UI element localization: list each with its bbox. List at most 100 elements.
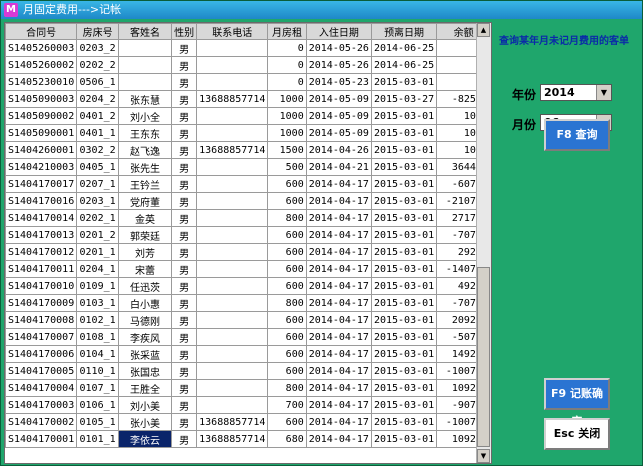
table-cell[interactable]: 男: [171, 107, 198, 125]
table-cell[interactable]: 0202_1: [76, 209, 119, 227]
table-cell[interactable]: 2014-04-17: [305, 294, 372, 312]
table-cell[interactable]: S1404170014: [5, 209, 78, 227]
table-cell[interactable]: 刘小美: [117, 396, 173, 414]
table-cell[interactable]: 2015-03-01: [370, 209, 438, 227]
table-cell[interactable]: 张先生: [117, 158, 173, 176]
table-cell[interactable]: S1404210003: [5, 158, 78, 176]
table-cell[interactable]: 男: [171, 124, 198, 142]
table-cell[interactable]: 0109_1: [76, 277, 119, 295]
table-cell[interactable]: 2014-05-23: [305, 73, 372, 91]
table-cell[interactable]: S1404170011: [5, 260, 78, 278]
year-select[interactable]: 2014 ▼: [540, 84, 612, 101]
table-cell[interactable]: 王胜全: [117, 379, 173, 397]
table-cell[interactable]: 郭荣廷: [117, 226, 173, 244]
table-cell[interactable]: [196, 73, 269, 91]
table-row[interactable]: S1404170013 0201_2 郭荣廷男 600 2014-04-17 2015-0…: [5, 226, 491, 244]
table-cell[interactable]: 600: [267, 345, 307, 363]
table-cell[interactable]: 男: [171, 226, 198, 244]
table-cell[interactable]: 金英: [117, 209, 173, 227]
table-cell[interactable]: 600: [267, 413, 307, 431]
table-cell[interactable]: 800: [267, 294, 307, 312]
table-cell[interactable]: 2015-03-01: [370, 328, 438, 346]
table-cell[interactable]: 2014-04-17: [305, 175, 372, 193]
close-button[interactable]: Esc 关闭: [544, 418, 610, 450]
table-row[interactable]: S1404170003 0106_1 刘小美男 700 2014-04-17 2015-0…: [5, 396, 491, 414]
table-cell[interactable]: 2014-04-17: [305, 413, 372, 431]
table-cell[interactable]: [196, 39, 269, 57]
table-row[interactable]: S1404170002 0105_1 张小美男 13688857714 600 2014-…: [5, 413, 491, 431]
table-cell[interactable]: [196, 243, 269, 261]
table-cell[interactable]: S1405090002: [5, 107, 78, 125]
table-cell[interactable]: 0108_1: [76, 328, 119, 346]
table-cell[interactable]: [117, 73, 173, 91]
table-cell[interactable]: 0203_1: [76, 192, 119, 210]
column-header[interactable]: 入住日期: [305, 23, 372, 40]
table-cell[interactable]: 2014-04-17: [305, 243, 372, 261]
table-row[interactable]: S1404170008 0102_1 马德刚男 600 2014-04-17 2015-0…: [5, 311, 491, 329]
table-cell[interactable]: 男: [171, 243, 198, 261]
table-cell[interactable]: 0204_2: [76, 90, 119, 108]
table-cell[interactable]: 男: [171, 379, 198, 397]
table-cell[interactable]: 男: [171, 56, 198, 74]
table-cell[interactable]: 男: [171, 39, 198, 57]
table-cell[interactable]: [196, 260, 269, 278]
table-cell[interactable]: 2014-04-21: [305, 158, 372, 176]
table-cell[interactable]: 800: [267, 379, 307, 397]
table-cell[interactable]: 600: [267, 311, 307, 329]
table-cell[interactable]: 赵飞逸: [117, 141, 173, 159]
table-cell[interactable]: 2015-03-01: [370, 226, 438, 244]
scrollbar-thumb[interactable]: [477, 267, 490, 447]
table-cell[interactable]: S1404170003: [5, 396, 78, 414]
table-cell[interactable]: 0204_1: [76, 260, 119, 278]
table-cell[interactable]: 2014-04-17: [305, 226, 372, 244]
table-cell[interactable]: S1405260002: [5, 56, 78, 74]
table-row[interactable]: S1405090003 0204_2 张东慧男 13688857714 1000 2014…: [5, 90, 491, 108]
table-cell[interactable]: 2015-03-01: [370, 260, 438, 278]
table-cell[interactable]: 2014-05-09: [305, 107, 372, 125]
table-cell[interactable]: 男: [171, 175, 198, 193]
table-row[interactable]: S14052300100506_1男02014-05-232015-03-010: [5, 73, 491, 91]
table-cell[interactable]: 0105_1: [76, 413, 119, 431]
table-cell[interactable]: 王东东: [117, 124, 173, 142]
table-cell[interactable]: 张东慧: [117, 90, 173, 108]
table-cell[interactable]: 张小美: [117, 413, 173, 431]
table-cell[interactable]: 2015-03-01: [370, 362, 438, 380]
table-cell[interactable]: 李疾风: [117, 328, 173, 346]
table-cell[interactable]: 党府董: [117, 192, 173, 210]
table-cell[interactable]: 男: [171, 73, 198, 91]
table-cell[interactable]: 0405_1: [76, 158, 119, 176]
table-cell[interactable]: 600: [267, 260, 307, 278]
table-cell[interactable]: 王钤兰: [117, 175, 173, 193]
table-cell[interactable]: 2015-03-01: [370, 277, 438, 295]
table-cell[interactable]: S1404170005: [5, 362, 78, 380]
table-cell[interactable]: 男: [171, 90, 198, 108]
table-row[interactable]: S1405090001 0401_1 王东东男 1000 2014-05-09 2015-…: [5, 124, 491, 142]
table-cell[interactable]: 2015-03-01: [370, 73, 438, 91]
confirm-billing-button[interactable]: F9 记账确定: [544, 378, 610, 428]
table-cell[interactable]: 1000: [267, 90, 307, 108]
table-cell[interactable]: 刘小全: [117, 107, 173, 125]
column-header[interactable]: 房床号: [76, 23, 119, 40]
title-bar[interactable]: M 月固定费用--->记帐: [1, 1, 642, 19]
table-row[interactable]: S1404170010 0109_1 任迅茨男 600 2014-04-17 2015-0…: [5, 277, 491, 295]
table-cell[interactable]: 0401_2: [76, 107, 119, 125]
table-row[interactable]: S1404170006 0104_1 张采蓝男 600 2014-04-17 2015-0…: [5, 345, 491, 363]
table-cell[interactable]: 2015-03-01: [370, 345, 438, 363]
table-cell[interactable]: S1404170010: [5, 277, 78, 295]
table-cell[interactable]: 600: [267, 192, 307, 210]
table-cell[interactable]: S1404170001: [5, 430, 78, 448]
table-cell[interactable]: 0: [267, 56, 307, 74]
table-cell[interactable]: 男: [171, 345, 198, 363]
table-cell[interactable]: 0401_1: [76, 124, 119, 142]
table-cell[interactable]: [117, 39, 173, 57]
table-cell[interactable]: 600: [267, 362, 307, 380]
table-cell[interactable]: [196, 175, 269, 193]
table-cell[interactable]: 2014-04-17: [305, 362, 372, 380]
table-cell[interactable]: 李依云: [117, 430, 173, 448]
table-cell[interactable]: 白小惠: [117, 294, 173, 312]
table-cell[interactable]: 0203_2: [76, 39, 119, 57]
table-cell[interactable]: 张采蓝: [117, 345, 173, 363]
table-cell[interactable]: 2015-03-01: [370, 413, 438, 431]
table-cell[interactable]: 男: [171, 277, 198, 295]
table-cell[interactable]: 2015-03-01: [370, 311, 438, 329]
